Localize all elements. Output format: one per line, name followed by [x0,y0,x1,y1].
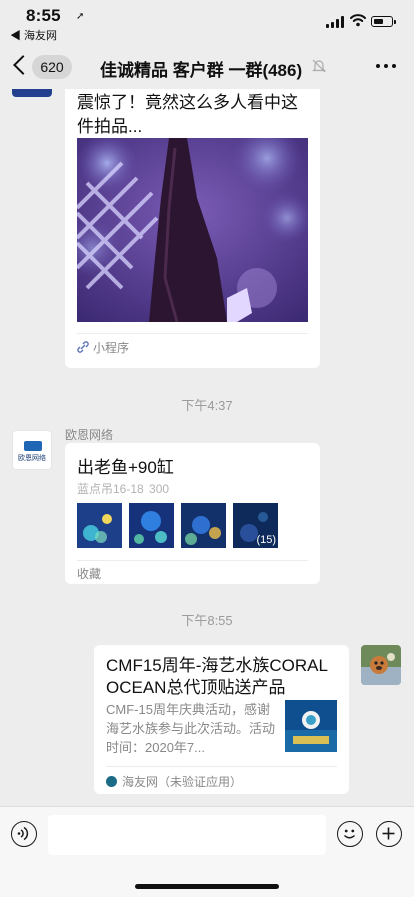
miniprogram-footer: 小程序 [77,339,129,356]
logo-mark [24,441,42,451]
message-input[interactable] [48,815,326,855]
article-card[interactable]: CMF15周年-海艺水族CORAL OCEAN总代顶贴送产品 CMF-15周年庆… [94,645,349,794]
back-to-app-link[interactable]: ◀ 海友网 [10,27,57,43]
link-icon [77,341,89,353]
plus-icon[interactable] [376,821,402,847]
status-bar: 8:55 ➚ ◀ 海友网 [0,0,414,44]
sender-avatar[interactable]: 欧恩网络 [12,430,52,470]
favorites-thumbnail [129,503,174,548]
divider [77,560,308,561]
chat-title: 佳诚精品 客户群 一群(486) [100,61,303,80]
divider [77,333,308,334]
wifi-icon [350,14,366,27]
sender-name: 欧恩网络 [65,428,114,442]
article-source-label: 海友网（未验证应用） [122,775,243,789]
favorites-thumbnail [181,503,226,548]
home-indicator[interactable] [135,884,279,889]
favorites-subtitle: 蓝点吊16-18 300 [77,482,170,496]
chat-header: 620 佳诚精品 客户群 一群(486) [0,44,414,89]
battery-icon [371,16,396,27]
sender-avatar[interactable] [12,89,52,97]
favorites-title: 出老鱼+90缸 [77,458,174,477]
voice-icon[interactable] [11,821,37,847]
status-time: 8:55 [26,6,61,25]
message-timestamp: 下午4:37 [181,398,233,413]
article-source: 海友网（未验证应用） [106,773,242,790]
unread-count-badge: 620 [32,55,72,79]
more-icon[interactable] [374,64,398,70]
coral-photo [77,138,308,322]
chevron-left-icon [13,55,33,75]
signal-icon [326,16,344,28]
divider [106,766,337,767]
input-bar [0,806,414,897]
article-title: CMF15周年-海艺水族CORAL OCEAN总代顶贴送产品 [106,656,328,697]
avatar-caption: 欧恩网络 [18,455,46,462]
message-list[interactable]: 震惊了！竟然这么多人看中这件拍品... 小程序 下午4:37 欧恩网络 欧恩网络… [0,89,414,806]
app-source-icon [106,776,117,787]
mute-icon [312,59,326,73]
miniprogram-label: 小程序 [93,341,130,355]
miniprogram-card[interactable]: 震惊了！竟然这么多人看中这件拍品... 小程序 [65,89,320,368]
miniprogram-title: 震惊了！竟然这么多人看中这件拍品... [77,93,298,136]
my-avatar[interactable] [361,645,401,685]
emoji-icon[interactable] [337,821,363,847]
back-button[interactable]: 620 [12,53,72,81]
article-thumbnail [285,700,337,752]
location-arrow-icon: ➚ [76,11,85,22]
favorites-thumbnail: (15) [233,503,278,548]
message-timestamp: 下午8:55 [181,613,233,628]
favorites-label: 收藏 [77,567,102,581]
article-description: CMF-15周年庆典活动，感谢海艺水族参与此次活动。活动时间：2020年7... [106,702,276,755]
more-photos-count: (15) [256,534,276,546]
favorites-card[interactable]: 出老鱼+90缸 蓝点吊16-18 300 (15) 收藏 [65,443,320,584]
favorites-thumbnail [77,503,122,548]
